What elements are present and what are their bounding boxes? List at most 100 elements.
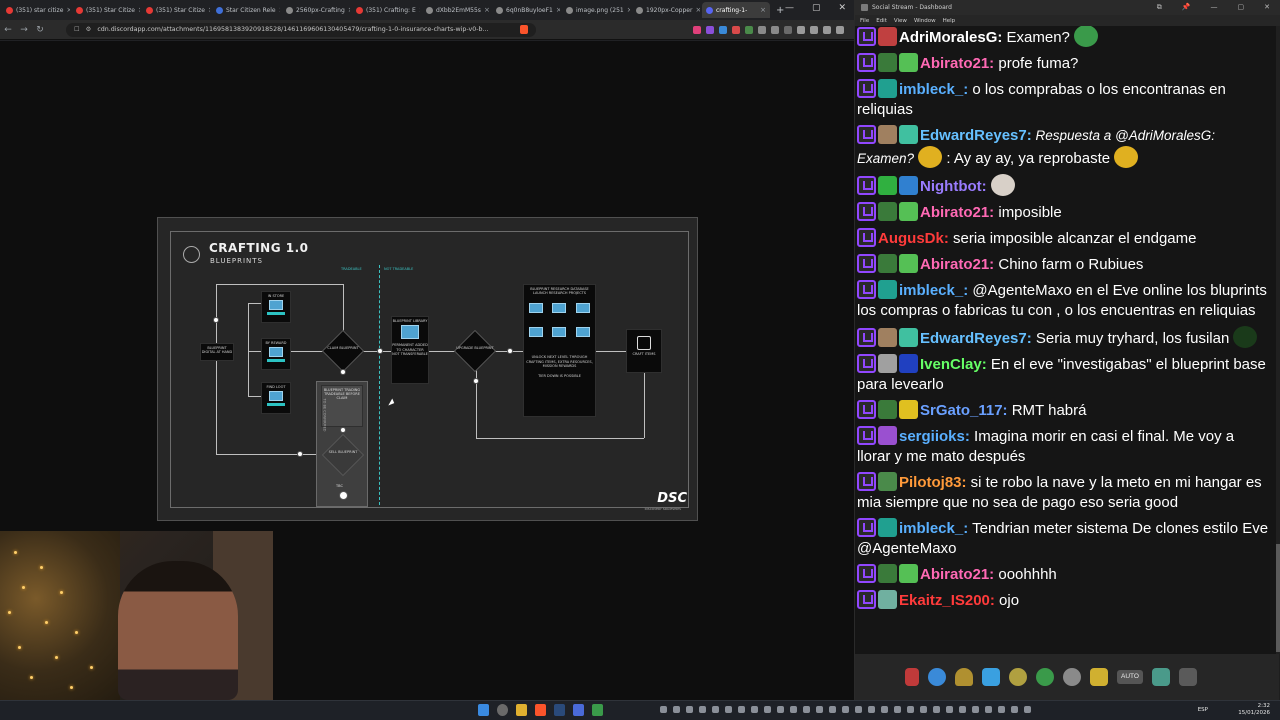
filter-icon[interactable] [982, 668, 1000, 686]
extension-icon[interactable] [693, 25, 701, 34]
chat-bubble-icon[interactable] [928, 668, 946, 686]
extension-icon[interactable] [706, 25, 714, 34]
tray-icon[interactable] [855, 706, 862, 713]
tray-icon[interactable] [829, 706, 836, 713]
brave-shield-icon[interactable] [520, 25, 528, 34]
tray-icon[interactable] [985, 706, 992, 713]
minimize-button[interactable]: — [1211, 3, 1218, 12]
tray-icon[interactable] [751, 706, 758, 713]
star-icon[interactable] [1063, 668, 1081, 686]
extension-icon[interactable] [732, 25, 740, 34]
tab-close-icon[interactable]: × [208, 6, 210, 14]
tab-close-icon[interactable]: × [627, 6, 630, 14]
search-icon[interactable] [497, 704, 508, 716]
tab-close-icon[interactable]: × [419, 6, 420, 14]
tab-close-icon[interactable]: × [138, 6, 140, 14]
extension-icon[interactable] [719, 25, 727, 34]
app-icon[interactable] [573, 704, 584, 716]
tray-icon[interactable] [686, 706, 693, 713]
menu-help[interactable]: Help [943, 18, 956, 24]
chat-username[interactable]: AdriMoralesG: [899, 29, 1002, 46]
chat-username[interactable]: Pilotoj83: [899, 474, 967, 491]
extension-icon[interactable] [745, 25, 753, 34]
tab-close-icon[interactable]: × [348, 6, 350, 14]
browser-tab[interactable]: Star Citizen Rele× [212, 2, 280, 18]
chat-username[interactable]: imbleck_: [899, 81, 968, 98]
chat-username[interactable]: EdwardReyes7: [920, 330, 1032, 347]
tray-icon[interactable] [1011, 706, 1018, 713]
tray-icon[interactable] [868, 706, 875, 713]
chat-username[interactable]: Ekaitz_IS200: [899, 592, 995, 609]
tab-close-icon[interactable]: × [760, 6, 766, 14]
refresh-icon[interactable] [1036, 668, 1054, 686]
chat-username[interactable]: AugusDk: [878, 230, 949, 247]
steam-icon[interactable] [554, 704, 565, 716]
tab-close-icon[interactable]: × [556, 6, 560, 14]
tray-icon[interactable] [673, 706, 680, 713]
browser-tab[interactable]: dXbb2EmM55s × [422, 2, 490, 18]
chat-username[interactable]: Abirato21: [920, 566, 994, 583]
extension-icon[interactable] [758, 25, 766, 34]
tray-icon[interactable] [920, 706, 927, 713]
pin-button[interactable]: 📌 [1182, 3, 1191, 12]
language-indicator[interactable]: ESP [1198, 707, 1208, 713]
browser-tab[interactable]: 1920px-Copper × [632, 2, 700, 18]
chat-username[interactable]: Abirato21: [920, 256, 994, 273]
extension-icon[interactable] [823, 25, 831, 34]
forward-icon[interactable]: → [16, 25, 32, 35]
browser-tab[interactable]: (351) Star Citize× [72, 2, 140, 18]
system-clock[interactable]: 2:32 15/01/2026 [1238, 703, 1270, 718]
tray-icon[interactable] [972, 706, 979, 713]
menu-file[interactable]: File [860, 18, 869, 24]
browser-tab[interactable]: 6q0nB8uyloeF1 × [492, 2, 560, 18]
extension-icon[interactable] [797, 25, 805, 34]
extension-icon[interactable] [810, 25, 818, 34]
tray-icon[interactable] [959, 706, 966, 713]
mute-icon[interactable] [1152, 668, 1170, 686]
tray-icon[interactable] [699, 706, 706, 713]
browser-tab[interactable]: crafting-1- × [702, 2, 770, 18]
address-bar[interactable]: ☐ ⚙ cdn.discordapp.com/attachments/11695… [66, 22, 536, 37]
browser-tab[interactable]: (351) Star Citize× [142, 2, 210, 18]
brave-icon[interactable] [535, 704, 546, 716]
tray-icon[interactable] [816, 706, 823, 713]
site-info-icon[interactable]: ⚙ [86, 26, 92, 33]
tray-icon[interactable] [842, 706, 849, 713]
maximize-button[interactable]: ▢ [1238, 3, 1245, 12]
bell-icon[interactable] [955, 668, 973, 686]
scrollbar-thumb[interactable] [1276, 544, 1280, 652]
extension-icon[interactable] [771, 25, 779, 34]
tray-icon[interactable] [764, 706, 771, 713]
chat-username[interactable]: Abirato21: [920, 204, 994, 221]
menu-icon[interactable] [836, 25, 844, 34]
close-button[interactable]: ✕ [1264, 3, 1270, 12]
restore-button[interactable]: ⧉ [1157, 3, 1162, 12]
tab-close-icon[interactable]: × [484, 6, 490, 14]
tray-icon[interactable] [777, 706, 784, 713]
tray-icon[interactable] [790, 706, 797, 713]
tray-icon[interactable] [946, 706, 953, 713]
browser-tab[interactable]: (351) star citize × [2, 2, 70, 18]
reload-icon[interactable]: ↻ [32, 25, 48, 35]
tab-close-icon[interactable]: × [279, 6, 280, 14]
new-tab-button[interactable]: + [776, 5, 784, 16]
emoji-icon[interactable] [1009, 668, 1027, 686]
tray-icon[interactable] [894, 706, 901, 713]
close-button[interactable]: ✕ [838, 3, 846, 13]
tray-icon[interactable] [660, 706, 667, 713]
chat-username[interactable]: SrGato_117: [920, 402, 1008, 419]
maximize-button[interactable]: ▢ [812, 3, 821, 13]
tray-icon[interactable] [803, 706, 810, 713]
tray-icon[interactable] [881, 706, 888, 713]
tray-icon[interactable] [907, 706, 914, 713]
chat-username[interactable]: imbleck_: [899, 282, 968, 299]
tab-close-icon[interactable]: × [66, 6, 70, 14]
menu-window[interactable]: Window [914, 18, 936, 24]
chat-username[interactable]: EdwardReyes7: [920, 127, 1032, 144]
tray-icon[interactable] [998, 706, 1005, 713]
collapse-icon[interactable] [1179, 668, 1197, 686]
tray-icon[interactable] [1024, 706, 1031, 713]
bookmark-icon[interactable]: ☐ [74, 26, 80, 33]
chat-messages[interactable]: AdriMoralesG: Examen? Abirato21: profe f… [855, 26, 1279, 654]
tray-icon[interactable] [712, 706, 719, 713]
